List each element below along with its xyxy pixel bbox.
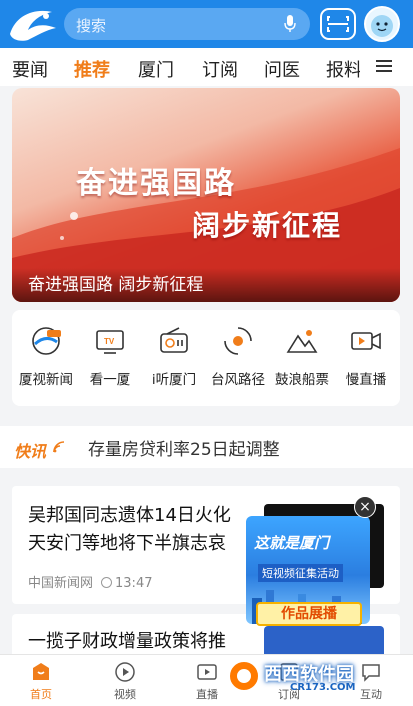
ad-showcase-button[interactable]: 作品展播	[256, 602, 362, 626]
typhoon-icon	[224, 327, 252, 355]
banner-caption-text: 奋进强国路 阔步新征程	[28, 275, 204, 295]
ad-close-button[interactable]: ×	[354, 496, 376, 518]
banner-headline-2: 阔步新征程	[192, 209, 343, 242]
shortcut-gulang-ferry[interactable]: 鼓浪船票	[270, 324, 334, 404]
tab-xiamen[interactable]: 厦门	[138, 56, 174, 82]
scan-icon[interactable]	[320, 8, 356, 40]
microphone-icon[interactable]	[284, 15, 296, 33]
news-meta: 中国新闻网 13:47	[28, 572, 152, 591]
news-title-line-1: 一揽子财政增量政策将推	[28, 631, 226, 652]
shortcut-slow-live[interactable]: 慢直播	[334, 324, 398, 404]
shortcut-label: 鼓浪船票	[275, 372, 329, 388]
clock-icon	[101, 577, 113, 588]
flash-badge: 快讯	[14, 442, 47, 461]
tab-dingyue[interactable]: 订阅	[202, 56, 238, 82]
tab-baoliao[interactable]: 报料	[326, 56, 360, 82]
ad-title: 这就是厦门	[254, 534, 330, 552]
tab-yaowen[interactable]: 要闻	[12, 56, 48, 82]
banner-caption: 奋进强国路 阔步新征程	[12, 268, 400, 302]
tv-icon: TV	[96, 330, 124, 354]
app-logo-icon[interactable]	[6, 4, 60, 44]
news-globe-icon	[32, 327, 61, 355]
news-time: 13:47	[115, 576, 153, 591]
mountain-icon	[286, 330, 318, 353]
tab-tuijian[interactable]: 推荐	[74, 56, 110, 82]
search-bar[interactable]: 搜索	[64, 8, 310, 40]
shortcut-kanyixia[interactable]: TV 看一厦	[78, 324, 142, 404]
video-camera-icon	[351, 332, 381, 350]
shortcut-label: 台风路径	[211, 372, 265, 388]
shortcut-label: 厦视新闻	[19, 372, 73, 388]
menu-icon[interactable]	[376, 58, 392, 74]
search-placeholder: 搜索	[76, 17, 107, 35]
mascot-avatar-icon	[371, 15, 393, 37]
shortcut-itingxiamen[interactable]: i听厦门	[142, 324, 206, 404]
play-icon	[115, 662, 135, 682]
shortcut-label: 看一厦	[89, 372, 131, 388]
news-title-line-1: 吴邦国同志遗体14日火化	[28, 505, 231, 526]
nav-label: 首页	[30, 688, 52, 701]
top-bar: 搜索	[0, 0, 413, 48]
shortcut-xiashi-news[interactable]: 厦视新闻	[14, 324, 78, 404]
tab-wenyi[interactable]: 问医	[264, 56, 300, 82]
radio-icon	[160, 327, 188, 353]
shortcut-label: 慢直播	[345, 372, 387, 388]
live-icon	[197, 664, 217, 680]
watermark: 西西软件园 CR173.COM	[222, 656, 392, 698]
banner-headline-1: 奋进强国路	[76, 166, 236, 201]
home-icon	[33, 663, 49, 680]
nav-label: 视频	[114, 688, 136, 701]
nav-video[interactable]: 视频	[100, 661, 150, 702]
channel-tabs: 要闻 推荐 厦门 订阅 问医 报料	[0, 48, 413, 86]
hero-banner[interactable]: 奋进强国路 阔步新征程 奋进强国路 阔步新征程	[12, 88, 400, 302]
news-title-line-2: 天安门等地将下半旗志哀	[28, 533, 226, 554]
watermark-logo-icon	[228, 660, 260, 692]
flash-headline: 存量房贷利率25日起调整	[88, 440, 280, 460]
shortcut-grid: 厦视新闻 TV 看一厦 i听厦门 台风路径 鼓浪船票 慢直播	[12, 310, 400, 406]
watermark-subtext: CR173.COM	[290, 682, 356, 693]
news-source: 中国新闻网	[28, 576, 94, 591]
nav-home[interactable]: 首页	[16, 661, 66, 702]
signal-icon	[53, 441, 65, 453]
svg-text:TV: TV	[104, 337, 115, 346]
shortcut-typhoon[interactable]: 台风路径	[206, 324, 270, 404]
shortcut-label: i听厦门	[151, 372, 197, 388]
user-avatar[interactable]	[364, 6, 400, 42]
flash-news-bar[interactable]: 快讯 存量房贷利率25日起调整	[0, 426, 413, 468]
